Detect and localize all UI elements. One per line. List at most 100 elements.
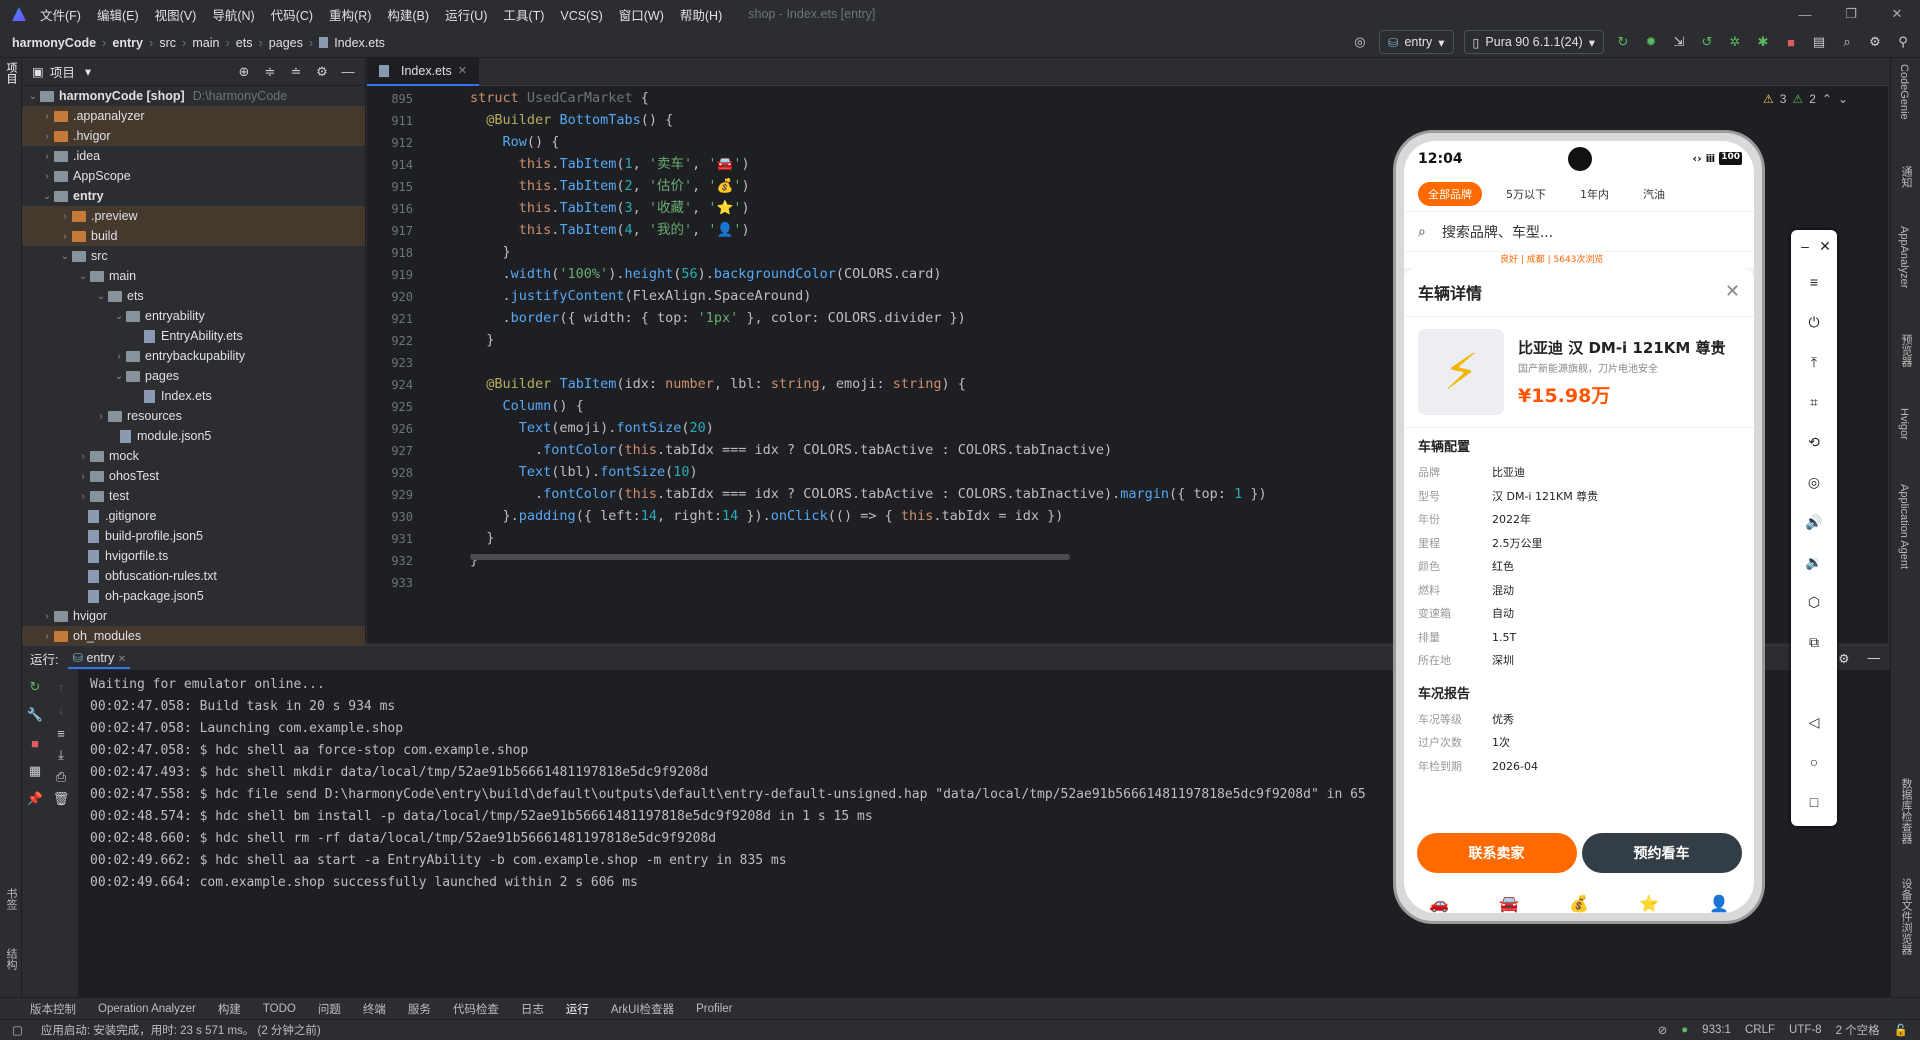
menu-tools[interactable]: 工具(T): [503, 9, 544, 23]
breadcrumb-src[interactable]: src: [159, 36, 176, 50]
chevron-down-icon[interactable]: ⌄: [94, 291, 108, 302]
star-icon[interactable]: ⭐: [1639, 894, 1659, 913]
tree-item[interactable]: build-profile.json5: [22, 526, 365, 546]
run-config-select[interactable]: ⛁ entry ▾: [1378, 30, 1454, 54]
chevron-right-icon[interactable]: ›: [58, 231, 72, 242]
menu-help[interactable]: 帮助(H): [680, 9, 722, 23]
back-icon[interactable]: ◁: [1804, 712, 1824, 732]
close-icon[interactable]: ✕: [118, 654, 126, 665]
chevron-down-icon[interactable]: ⌄: [58, 251, 72, 262]
tree-root[interactable]: ⌄ harmonyCode [shop] D:\harmonyCode: [22, 86, 365, 106]
menu-icon[interactable]: ≡: [1804, 272, 1824, 292]
sell-car-icon[interactable]: 🚘: [1499, 894, 1519, 913]
menu-window[interactable]: 窗口(W): [619, 9, 664, 23]
search-icon[interactable]: ⌕: [1838, 33, 1856, 51]
device-select[interactable]: ▯ Pura 90 6.1.1(24) ▾: [1463, 30, 1604, 54]
tree-item[interactable]: › .idea: [22, 146, 365, 166]
user-icon[interactable]: 👤: [1709, 894, 1729, 913]
chip-under-50k[interactable]: 5万以下: [1496, 182, 1556, 206]
lock-icon[interactable]: 🔓: [1894, 1023, 1908, 1037]
chevron-right-icon[interactable]: ›: [40, 611, 54, 622]
tool-operation-analyzer[interactable]: Operation Analyzer: [98, 1003, 196, 1015]
tree-item[interactable]: EntryAbility.ets: [22, 326, 365, 346]
profile-icon[interactable]: ✲: [1726, 33, 1744, 51]
tree-item[interactable]: ⌄ ets: [22, 286, 365, 306]
chevron-down-icon[interactable]: ⌄: [76, 271, 90, 282]
book-viewing-button[interactable]: 预约看车: [1581, 833, 1742, 873]
debug-icon[interactable]: ✹: [1642, 33, 1660, 51]
hvigor-tool-tab[interactable]: Hvigor: [1898, 408, 1910, 440]
tool-build[interactable]: 构建: [218, 1001, 241, 1017]
editor-tab[interactable]: Index.ets ✕: [367, 57, 479, 86]
stop-icon[interactable]: ■: [1782, 33, 1800, 51]
contact-seller-button[interactable]: 联系卖家: [1416, 833, 1577, 873]
project-panel-title[interactable]: 项目: [50, 62, 75, 81]
tree-item[interactable]: ⌄ pages: [22, 366, 365, 386]
screenshot-icon[interactable]: ⧉: [1804, 632, 1824, 652]
chevron-right-icon[interactable]: ›: [76, 471, 90, 482]
chevron-down-icon[interactable]: ⌄: [112, 371, 126, 382]
chip-all-brands[interactable]: 全部品牌: [1418, 182, 1482, 206]
tree-item[interactable]: ⌄ entryability: [22, 306, 365, 326]
target-icon[interactable]: ◎: [1351, 33, 1369, 51]
minimize-icon[interactable]: —: [1782, 0, 1828, 28]
tree-item[interactable]: › resources: [22, 406, 365, 426]
project-tool-tab[interactable]: 项目: [3, 62, 19, 84]
restore-icon[interactable]: ❐: [1828, 0, 1874, 28]
tree-item[interactable]: Index.ets: [22, 386, 365, 406]
tree-item[interactable]: › AppScope: [22, 166, 365, 186]
tree-item[interactable]: › entrybackupability: [22, 346, 365, 366]
print-icon[interactable]: ⎙: [52, 768, 70, 786]
status-message[interactable]: 应用启动: 安装完成，用时: 23 s 571 ms。 (2 分钟之前): [41, 1022, 321, 1038]
device-file-browser-tool-tab[interactable]: 设备文件浏览器: [1898, 878, 1914, 955]
hide-icon[interactable]: —: [1868, 651, 1881, 665]
appanalyzer-tool-tab[interactable]: AppAnalyzer: [1898, 226, 1910, 288]
horizontal-scrollbar[interactable]: [470, 554, 1070, 560]
breadcrumb-entry[interactable]: entry: [112, 36, 143, 50]
application-agent-tool-tab[interactable]: Application Agent: [1898, 484, 1910, 569]
chevron-right-icon[interactable]: ›: [40, 631, 54, 642]
fold-icon[interactable]: ⬡: [1804, 592, 1824, 612]
menu-code[interactable]: 代码(C): [271, 9, 313, 23]
close-icon[interactable]: ✕: [458, 64, 467, 77]
tree-item[interactable]: › .hvigor: [22, 126, 365, 146]
crop-icon[interactable]: ⌗: [1804, 392, 1824, 412]
settings-icon[interactable]: ⚙: [1866, 33, 1884, 51]
chevron-right-icon[interactable]: ›: [58, 211, 72, 222]
menu-refactor[interactable]: 重构(R): [329, 9, 371, 23]
menu-edit[interactable]: 编辑(E): [97, 9, 139, 23]
tree-item[interactable]: .gitignore: [22, 506, 365, 526]
coverage-icon[interactable]: ✱: [1754, 33, 1772, 51]
gear-icon[interactable]: ⚙: [313, 63, 331, 81]
wrench-icon[interactable]: 🔧: [26, 706, 44, 724]
device-manager-icon[interactable]: ▤: [1810, 33, 1828, 51]
breadcrumb-project[interactable]: harmonyCode: [12, 36, 96, 50]
chip-within-1-year[interactable]: 1年内: [1570, 182, 1619, 206]
indent-setting[interactable]: 2 个空格: [1836, 1022, 1880, 1038]
tree-item[interactable]: › ohosTest: [22, 466, 365, 486]
tree-item[interactable]: module.json5: [22, 426, 365, 446]
expand-all-icon[interactable]: ≑: [261, 63, 279, 81]
emulator-screen[interactable]: 12:04 ‹› ⅲ 100 全部品牌 5万以下 1年内 汽油 ⌕ 搜索品牌、车型.…: [1404, 141, 1754, 913]
tool-code-inspection[interactable]: 代码检查: [453, 1001, 499, 1017]
recents-icon[interactable]: □: [1804, 792, 1824, 812]
pin-icon[interactable]: 📌: [26, 790, 44, 808]
breadcrumb-ets[interactable]: ets: [236, 36, 253, 50]
gear-icon[interactable]: ⚙: [1838, 651, 1849, 666]
tool-todo[interactable]: TODO: [263, 1003, 296, 1015]
apply-changes-icon[interactable]: ↺: [1698, 33, 1716, 51]
stop-icon[interactable]: ■: [26, 734, 44, 752]
soft-wrap-icon[interactable]: ≡: [52, 724, 70, 742]
run-tab[interactable]: ⛁ entry ✕: [68, 648, 131, 669]
tool-problems[interactable]: 问题: [318, 1001, 341, 1017]
chevron-right-icon[interactable]: ›: [40, 111, 54, 122]
record-icon[interactable]: ◎: [1804, 472, 1824, 492]
close-icon[interactable]: ✕: [1874, 0, 1920, 28]
chevron-down-icon[interactable]: ▾: [85, 64, 91, 79]
previewer-tool-tab[interactable]: 预览器: [1898, 334, 1914, 367]
notifications-tool-tab[interactable]: 通知: [1898, 166, 1914, 188]
tool-services[interactable]: 服务: [408, 1001, 431, 1017]
tool-run[interactable]: 运行: [566, 1001, 589, 1017]
chevron-down-icon[interactable]: ⌄: [112, 311, 126, 322]
chevron-down-icon[interactable]: ⌄: [40, 191, 54, 202]
